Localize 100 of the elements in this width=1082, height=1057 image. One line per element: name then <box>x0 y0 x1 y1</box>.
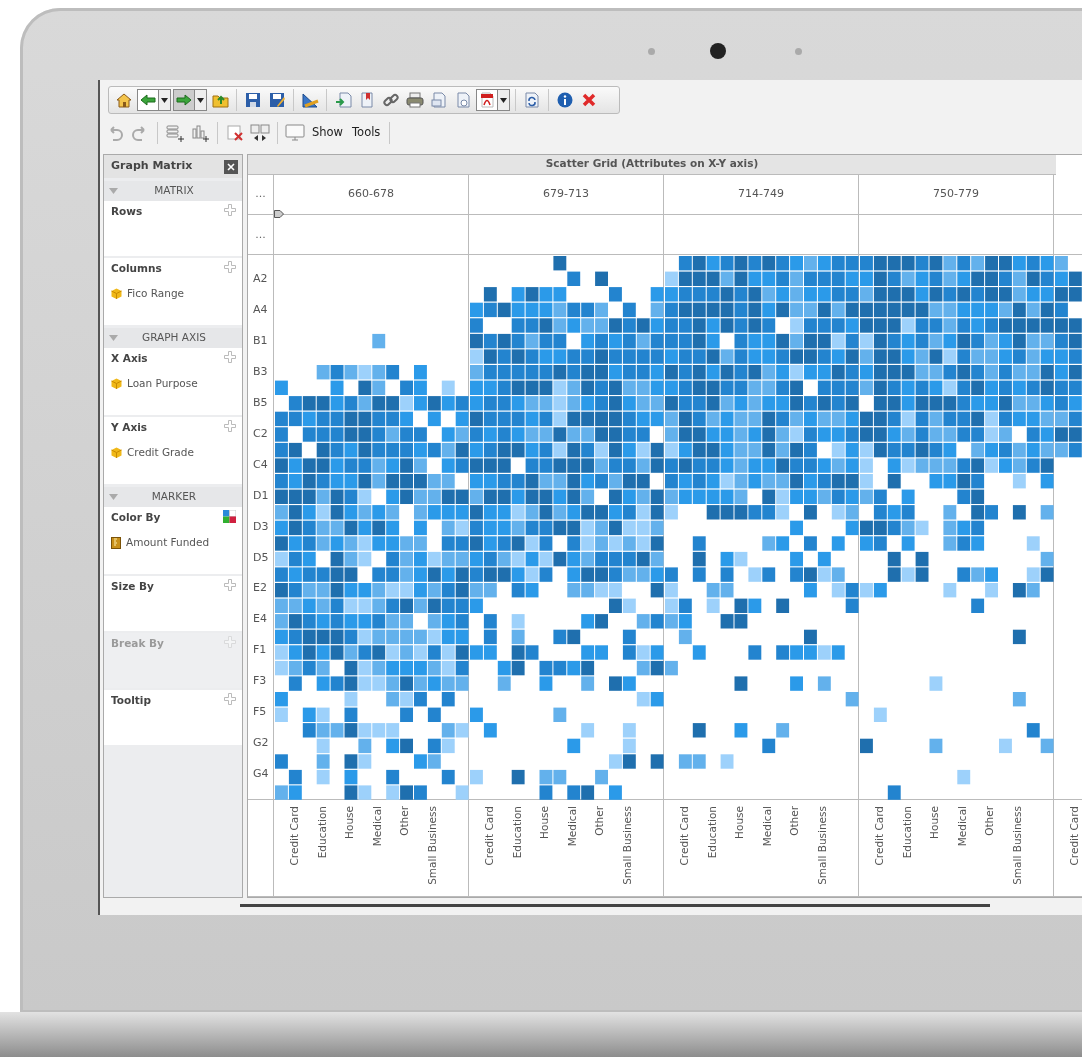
add-rows-icon <box>166 124 184 142</box>
axis-label: House <box>927 806 941 840</box>
row-label: G2 <box>253 734 269 751</box>
axis-label: Credit Card <box>872 806 885 866</box>
row-label: C2 <box>253 425 268 442</box>
close-panel-button[interactable] <box>224 159 238 174</box>
ellipsis-label[interactable]: ... <box>255 226 266 244</box>
axis-label: Medical <box>759 806 773 847</box>
axis-label: Other <box>787 806 801 837</box>
attribute-chip[interactable]: Loan Purpose <box>127 375 198 392</box>
resize-handle-icon[interactable] <box>274 210 284 219</box>
add-icon <box>224 579 236 591</box>
axis-label: Small Business <box>424 806 438 886</box>
panel-title: Graph Matrix <box>111 158 193 175</box>
caret-icon <box>197 97 204 103</box>
row-label: G4 <box>253 765 269 782</box>
toolbar-text-button[interactable]: Tools <box>349 124 384 142</box>
add-chart-button[interactable] <box>189 122 211 144</box>
pdf-button[interactable] <box>476 89 498 111</box>
axis-label: Credit Card <box>1067 806 1080 866</box>
drop-zone[interactable]: Rows <box>104 201 242 256</box>
save-as-icon <box>269 92 285 108</box>
axis-label: House <box>732 806 746 840</box>
row-label: D1 <box>253 487 269 504</box>
row-label: F5 <box>253 703 267 720</box>
add-rows-button[interactable] <box>164 122 186 144</box>
cube-icon <box>111 288 122 300</box>
document-icon <box>431 92 447 108</box>
axis-label: House <box>537 806 551 840</box>
caret-icon <box>500 97 507 103</box>
grid-title: Scatter Grid (Attributes on X-Y axis) <box>248 155 1056 175</box>
link-icon <box>383 92 399 108</box>
axis-label: Other <box>592 806 606 837</box>
swap-button[interactable] <box>249 122 271 144</box>
dropdown-button[interactable] <box>498 89 510 111</box>
axis-label: Credit Card <box>482 806 495 866</box>
drop-zone[interactable]: X Axis Loan Purpose <box>104 348 242 415</box>
attribute-chip[interactable]: Fico Range <box>127 285 184 302</box>
drop-zone[interactable]: Columns Fico Range <box>104 258 242 325</box>
drop-zone[interactable]: Color By Amount Funded <box>104 507 242 574</box>
column-header: 679-713 <box>469 174 664 215</box>
swap-panels-icon <box>250 124 270 142</box>
axis-label: Other <box>982 806 996 837</box>
add-icon <box>224 204 236 216</box>
axis-label: Medical <box>369 806 383 847</box>
row-label: F3 <box>253 673 267 690</box>
cube-icon <box>111 378 122 390</box>
dropdown-button[interactable] <box>195 89 207 111</box>
axis-label: Small Business <box>814 806 828 886</box>
axis-label: Education <box>899 806 913 859</box>
section-header[interactable]: GRAPH AXIS <box>104 328 242 348</box>
add-icon <box>224 693 236 705</box>
section-header[interactable]: MATRIX <box>104 181 242 201</box>
bookmark-icon <box>360 92 374 108</box>
row-label: E4 <box>253 611 267 628</box>
axis-label: Other <box>397 806 411 837</box>
axis-label: Education <box>704 806 718 859</box>
row-label: A4 <box>253 302 268 319</box>
attribute-chip[interactable]: Amount Funded <box>126 534 210 551</box>
monitor-icon <box>285 124 305 142</box>
close-icon <box>582 93 596 107</box>
color-palette-icon <box>223 510 236 523</box>
row-label: D5 <box>253 549 269 566</box>
refresh-icon <box>525 92 539 108</box>
printer-icon <box>406 92 424 108</box>
collapse-triangle-icon <box>109 494 118 500</box>
drop-zone[interactable]: Tooltip <box>104 690 242 745</box>
caret-icon <box>161 97 168 103</box>
sensor-dot <box>795 48 802 55</box>
section-header[interactable]: MARKER <box>104 487 242 507</box>
document-arrow-icon <box>334 92 352 108</box>
cube-icon <box>111 447 122 459</box>
row-label: A2 <box>253 271 268 288</box>
collapse-triangle-icon <box>109 335 118 341</box>
drop-zone[interactable]: Size By <box>104 576 242 631</box>
dropdown-button[interactable] <box>159 89 171 111</box>
close-icon <box>227 162 235 171</box>
back-arrow-icon <box>140 92 156 108</box>
folder-icon <box>211 92 229 108</box>
sensor-dot <box>648 48 655 55</box>
field-label: Color By <box>111 510 161 525</box>
axis-label: Credit Card <box>677 806 690 866</box>
forward-arrow-icon <box>176 92 192 108</box>
toolbar-text-button[interactable]: Show <box>309 124 347 142</box>
row-label: B3 <box>253 364 268 381</box>
collapse-triangle-icon <box>109 188 118 194</box>
add-bars-icon <box>191 124 209 142</box>
add-icon <box>224 351 236 363</box>
column-header: 750-779 <box>859 174 1054 215</box>
back-button[interactable] <box>137 89 159 111</box>
attribute-chip[interactable]: Credit Grade <box>127 444 194 461</box>
drop-zone[interactable]: Y Axis Credit Grade <box>104 417 242 484</box>
horizontal-scrollbar[interactable] <box>240 904 990 907</box>
axis-label: Small Business <box>619 806 633 886</box>
row-label: C4 <box>253 456 268 473</box>
save-icon <box>245 92 261 108</box>
axis-label: Medical <box>564 806 578 847</box>
ellipsis-label[interactable]: ... <box>255 186 266 203</box>
toolbar-button[interactable] <box>404 89 426 111</box>
ruler-icon <box>301 92 319 108</box>
